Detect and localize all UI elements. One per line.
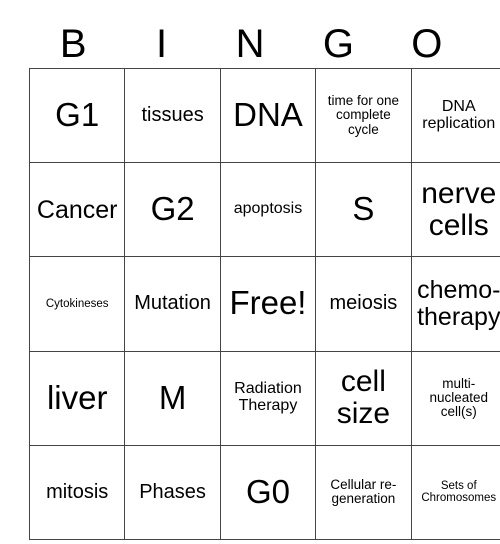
bingo-cell-i5[interactable]: Phases xyxy=(124,444,221,540)
bingo-cell-o1[interactable]: DNA replication xyxy=(410,67,500,164)
bingo-header-row: B I N G O xyxy=(29,20,471,68)
bingo-cell-o3[interactable]: chemo-therapy xyxy=(410,256,500,352)
bingo-cell-label: time for one complete cycle xyxy=(327,93,400,137)
bingo-cell-label: apoptosis xyxy=(233,200,303,218)
bingo-cell-g5[interactable]: Cellular re-generation xyxy=(315,444,412,540)
bingo-cell-n4[interactable]: Radiation Therapy xyxy=(219,350,317,446)
bingo-cell-n2[interactable]: apoptosis xyxy=(219,162,317,258)
bingo-cell-label: Cancer xyxy=(36,195,118,224)
bingo-header-letter-n: N xyxy=(235,22,265,66)
bingo-cell-b5[interactable]: mitosis xyxy=(28,444,126,540)
bingo-cell-label: M xyxy=(158,378,187,416)
bingo-cell-b3[interactable]: Cytokineses xyxy=(28,256,126,352)
bingo-cell-label: G1 xyxy=(55,96,100,134)
bingo-row-5: mitosis Phases G0 Cellular re-generation… xyxy=(28,444,500,540)
bingo-cell-label: G0 xyxy=(245,472,290,510)
bingo-cell-label: liver xyxy=(46,378,108,416)
bingo-cell-label: meiosis xyxy=(329,292,398,315)
bingo-cell-label: multi-nucleated cell(s) xyxy=(429,375,489,420)
bingo-cell-label: Phases xyxy=(139,480,206,503)
bingo-cell-label: Cellular re-generation xyxy=(330,477,397,507)
bingo-grid: G1 tissues DNA time for one complete cyc… xyxy=(28,67,500,540)
bingo-cell-i3[interactable]: Mutation xyxy=(124,256,221,352)
bingo-cell-g4[interactable]: cell size xyxy=(315,350,412,446)
bingo-cell-b4[interactable]: liver xyxy=(28,350,126,446)
bingo-row-1: G1 tissues DNA time for one complete cyc… xyxy=(28,67,500,164)
bingo-cell-free-space[interactable]: Free! xyxy=(219,256,317,352)
bingo-cell-o4[interactable]: multi-nucleated cell(s) xyxy=(410,350,500,446)
bingo-row-3: Cytokineses Mutation Free! meiosis chemo… xyxy=(28,256,500,352)
bingo-header-letter-o: O xyxy=(411,22,443,66)
bingo-cell-b1[interactable]: G1 xyxy=(28,67,126,164)
bingo-header-letter-g: G xyxy=(322,22,354,66)
bingo-header-letter-b: B xyxy=(59,22,87,66)
bingo-cell-o2[interactable]: nerve cells xyxy=(410,162,500,258)
bingo-cell-label: Sets of Chromosomes xyxy=(421,480,497,505)
bingo-cell-i4[interactable]: M xyxy=(124,350,221,446)
bingo-cell-g3[interactable]: meiosis xyxy=(315,256,412,352)
bingo-cell-label: nerve cells xyxy=(421,176,497,242)
bingo-cell-i1[interactable]: tissues xyxy=(124,67,221,164)
bingo-cell-label: DNA xyxy=(233,96,303,134)
bingo-free-space-label: Free! xyxy=(229,284,307,322)
bingo-cell-i2[interactable]: G2 xyxy=(124,162,221,258)
bingo-cell-label: S xyxy=(352,190,375,228)
bingo-cell-label: Mutation xyxy=(134,292,211,315)
bingo-cell-g2[interactable]: S xyxy=(315,162,412,258)
bingo-cell-label: DNA replication xyxy=(422,97,496,132)
bingo-cell-label: Radiation Therapy xyxy=(234,380,302,415)
bingo-cell-label: chemo-therapy xyxy=(417,276,500,331)
bingo-cell-label: G2 xyxy=(150,190,195,228)
bingo-cell-label: cell size xyxy=(336,365,391,431)
bingo-cell-label: Cytokineses xyxy=(45,297,109,310)
bingo-cell-b2[interactable]: Cancer xyxy=(28,162,126,258)
bingo-header-letter-i: I xyxy=(156,22,168,66)
bingo-cell-label: tissues xyxy=(141,104,204,126)
bingo-cell-n1[interactable]: DNA xyxy=(219,67,317,164)
bingo-row-4: liver M Radiation Therapy cell size mult… xyxy=(28,350,500,446)
bingo-cell-label: mitosis xyxy=(46,480,109,503)
bingo-card: B I N G O G1 tissues DNA time for one co… xyxy=(28,20,500,540)
bingo-cell-n5[interactable]: G0 xyxy=(219,444,317,540)
bingo-row-2: Cancer G2 apoptosis S nerve cells xyxy=(28,162,500,258)
bingo-cell-g1[interactable]: time for one complete cycle xyxy=(315,67,412,164)
bingo-cell-o5[interactable]: Sets of Chromosomes xyxy=(410,444,500,540)
